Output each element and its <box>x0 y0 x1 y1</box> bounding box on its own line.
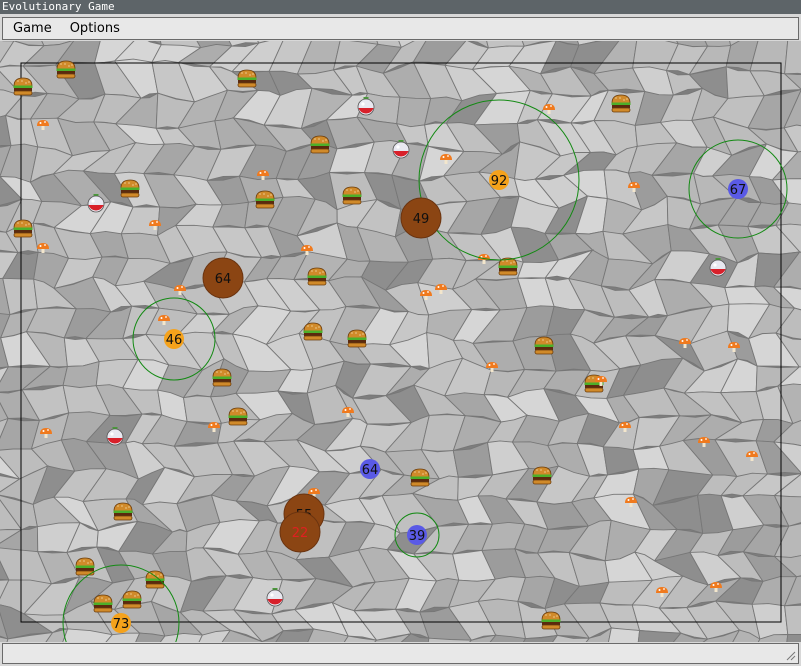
burger-icon <box>93 594 113 613</box>
menu-game[interactable]: Game <box>3 18 61 39</box>
burger-icon <box>255 190 275 209</box>
creature[interactable]: 22 <box>279 511 321 553</box>
burger-icon <box>307 267 327 286</box>
creature[interactable]: 67 <box>728 179 748 199</box>
svg-text:92: 92 <box>491 174 508 189</box>
burger-icon <box>611 94 631 113</box>
game-arena[interactable]: 92 67 49 64 46 64 55 22 39 73 <box>0 41 801 642</box>
burger-icon <box>541 611 561 630</box>
burger-icon <box>120 179 140 198</box>
burger-icon <box>498 257 518 276</box>
burger-icon <box>342 186 362 205</box>
svg-text:46: 46 <box>166 333 183 348</box>
burger-icon <box>212 368 232 387</box>
burger-icon <box>113 502 133 521</box>
svg-text:67: 67 <box>730 183 747 198</box>
creature[interactable]: 64 <box>202 257 244 299</box>
resize-grip-icon[interactable] <box>784 649 796 661</box>
svg-text:49: 49 <box>413 212 430 227</box>
arena-canvas[interactable]: 92 67 49 64 46 64 55 22 39 73 <box>0 41 801 642</box>
burger-icon <box>56 60 76 79</box>
status-bar <box>2 643 799 664</box>
burger-icon <box>303 322 323 341</box>
burger-icon <box>228 407 248 426</box>
svg-text:39: 39 <box>409 529 426 544</box>
burger-icon <box>237 69 257 88</box>
burger-icon <box>310 135 330 154</box>
svg-text:64: 64 <box>215 272 232 287</box>
svg-text:73: 73 <box>113 617 130 632</box>
burger-icon <box>410 468 430 487</box>
creature[interactable]: 49 <box>400 197 442 239</box>
creature[interactable]: 64 <box>360 459 380 479</box>
menu-options[interactable]: Options <box>61 18 129 39</box>
svg-text:22: 22 <box>292 526 309 541</box>
creature[interactable]: 73 <box>111 613 131 633</box>
menu-bar: Game Options <box>2 17 799 40</box>
burger-icon <box>122 590 142 609</box>
window-title: Evolutionary Game <box>0 0 801 14</box>
burger-icon <box>534 336 554 355</box>
creature[interactable]: 92 <box>489 170 509 190</box>
burger-icon <box>145 570 165 589</box>
creature[interactable]: 39 <box>407 525 427 545</box>
burger-icon <box>13 219 33 238</box>
burger-icon <box>347 329 367 348</box>
creature[interactable]: 46 <box>164 329 184 349</box>
svg-text:64: 64 <box>362 463 379 478</box>
burger-icon <box>13 77 33 96</box>
burger-icon <box>532 466 552 485</box>
